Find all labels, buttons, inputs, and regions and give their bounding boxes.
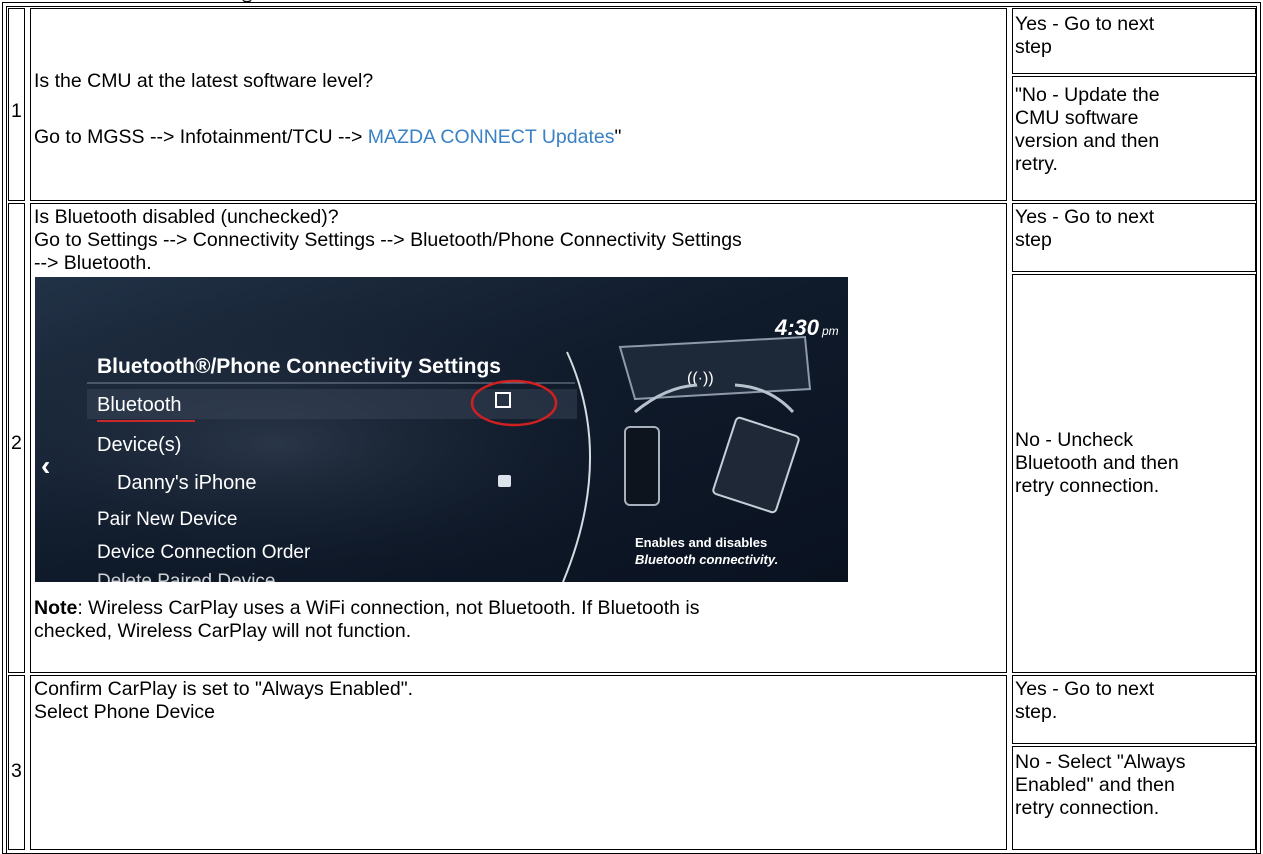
no-text-line: CMU software bbox=[1015, 107, 1139, 129]
no-text-line: No - Select "Always bbox=[1015, 751, 1186, 773]
yes-text-line: Yes - Go to next bbox=[1015, 678, 1155, 700]
screen-menu-item-order: Device Connection Order bbox=[97, 542, 311, 563]
path-suffix: " bbox=[614, 126, 622, 148]
screen-menu-item-devices: Device(s) bbox=[97, 434, 181, 456]
phone-status-icon bbox=[498, 475, 511, 487]
yes-text-line: step bbox=[1015, 36, 1052, 58]
step-number: 2 bbox=[11, 432, 22, 454]
question-text: Is Bluetooth disabled (unchecked)? bbox=[34, 206, 339, 228]
phone-illustration bbox=[624, 426, 660, 506]
question-text: Select Phone Device bbox=[34, 701, 216, 723]
no-text-line: version and then bbox=[1015, 130, 1160, 152]
question-text: Go to Settings --> Connectivity Settings… bbox=[34, 229, 742, 251]
no-text-line: retry connection. bbox=[1015, 475, 1160, 497]
path-prefix: Go to MGSS --> Infotainment/TCU --> bbox=[34, 126, 368, 148]
screen-help-text: Enables and disables bbox=[635, 535, 767, 550]
note-text-line: checked, Wireless CarPlay will not funct… bbox=[34, 620, 412, 642]
note-label: Note bbox=[34, 597, 78, 619]
note-body: : Wireless CarPlay uses a WiFi connectio… bbox=[77, 597, 700, 619]
screen-menu-item-delete: Delete Paired Device bbox=[97, 571, 275, 582]
question-text: Confirm CarPlay is set to "Always Enable… bbox=[34, 678, 414, 700]
no-text-line: No - Uncheck bbox=[1015, 429, 1134, 451]
screen-help-text: Bluetooth connectivity. bbox=[635, 552, 778, 567]
car-dashboard-illustration bbox=[618, 335, 812, 401]
yes-text-line: step. bbox=[1015, 701, 1058, 723]
question-text: Is the CMU at the latest software level? bbox=[34, 70, 374, 92]
yes-text-line: Yes - Go to next bbox=[1015, 206, 1155, 228]
no-text-line: retry. bbox=[1015, 153, 1058, 175]
screen-menu-item-phone: Danny's iPhone bbox=[117, 472, 256, 494]
step-number: 3 bbox=[11, 760, 22, 782]
question-text: --> Bluetooth. bbox=[34, 252, 152, 274]
yes-text-line: Yes - Go to next bbox=[1015, 13, 1155, 35]
no-text-line: Enabled" and then bbox=[1015, 774, 1175, 796]
screen-clock-suffix: pm bbox=[821, 324, 839, 338]
screen-title: Bluetooth®/Phone Connectivity Settings bbox=[97, 355, 501, 378]
no-text-line: Bluetooth and then bbox=[1015, 452, 1179, 474]
note-text: Note: Wireless CarPlay uses a WiFi conne… bbox=[34, 597, 699, 620]
infotainment-screenshot: 4:30 pm Bluetooth®/Phone Connectivity Se… bbox=[35, 277, 848, 582]
mazda-connect-updates-link[interactable]: MAZDA CONNECT Updates bbox=[368, 126, 615, 148]
screen-menu-item-bluetooth: Bluetooth bbox=[97, 394, 182, 416]
yes-text-line: step bbox=[1015, 229, 1052, 251]
no-text-line: "No - Update the bbox=[1015, 84, 1160, 106]
question-cell bbox=[30, 8, 1007, 201]
question-path: Go to MGSS --> Infotainment/TCU --> MAZD… bbox=[34, 126, 621, 149]
step-number: 1 bbox=[11, 100, 22, 122]
screen-clock: 4:30 bbox=[774, 315, 820, 340]
cropped-heading bbox=[200, 0, 260, 7]
screen-menu-item-pair: Pair New Device bbox=[97, 509, 237, 530]
no-text-line: retry connection. bbox=[1015, 797, 1160, 819]
screen-back-arrow: ‹ bbox=[41, 450, 50, 481]
